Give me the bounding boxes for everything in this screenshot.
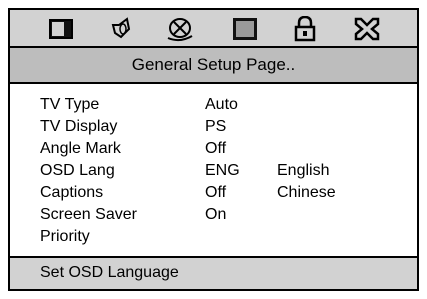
- setting-row-tv-display[interactable]: TV Display PS: [10, 116, 417, 138]
- setting-label: TV Type: [40, 96, 100, 113]
- setting-label: Priority: [40, 228, 90, 245]
- setting-value: Auto: [205, 96, 238, 113]
- language-option-chinese[interactable]: Chinese: [277, 182, 336, 204]
- setting-label: OSD Lang: [40, 162, 115, 179]
- setting-row-osd-lang[interactable]: OSD Lang ENG English: [10, 160, 417, 182]
- setting-row-priority[interactable]: Priority: [10, 226, 417, 248]
- language-option-english[interactable]: English: [277, 160, 329, 182]
- setting-value: Off: [205, 184, 227, 201]
- setting-row-captions[interactable]: Captions Off Chinese: [10, 182, 417, 204]
- status-bar: Set OSD Language: [10, 256, 417, 289]
- settings-list: TV Type Auto TV Display PS Angle Mark Of…: [10, 84, 417, 256]
- setting-label: Angle Mark: [40, 140, 121, 157]
- status-text: Set OSD Language: [40, 264, 179, 281]
- setting-value: PS: [205, 118, 227, 135]
- setting-value: On: [205, 206, 227, 223]
- exit-cross-icon[interactable]: [352, 16, 382, 42]
- setting-row-angle-mark[interactable]: Angle Mark Off: [10, 138, 417, 160]
- padlock-icon[interactable]: [290, 16, 320, 42]
- tv-screen-icon[interactable]: [46, 16, 76, 42]
- setting-row-screen-saver[interactable]: Screen Saver On: [10, 204, 417, 226]
- disc-cross-icon[interactable]: [165, 16, 195, 42]
- setting-row-tv-type[interactable]: TV Type Auto: [10, 94, 417, 116]
- page-title: General Setup Page..: [10, 48, 417, 84]
- setup-menu-window: General Setup Page.. TV Type Auto TV Dis…: [8, 8, 419, 291]
- menu-icon-bar: [10, 10, 417, 48]
- setting-value: ENG: [205, 162, 240, 179]
- speaker-icon[interactable]: [107, 16, 137, 42]
- setting-label: Screen Saver: [40, 206, 137, 223]
- setting-label: TV Display: [40, 118, 118, 135]
- setting-label: Captions: [40, 184, 104, 201]
- video-square-icon[interactable]: [230, 16, 260, 42]
- setting-value: Off: [205, 140, 227, 157]
